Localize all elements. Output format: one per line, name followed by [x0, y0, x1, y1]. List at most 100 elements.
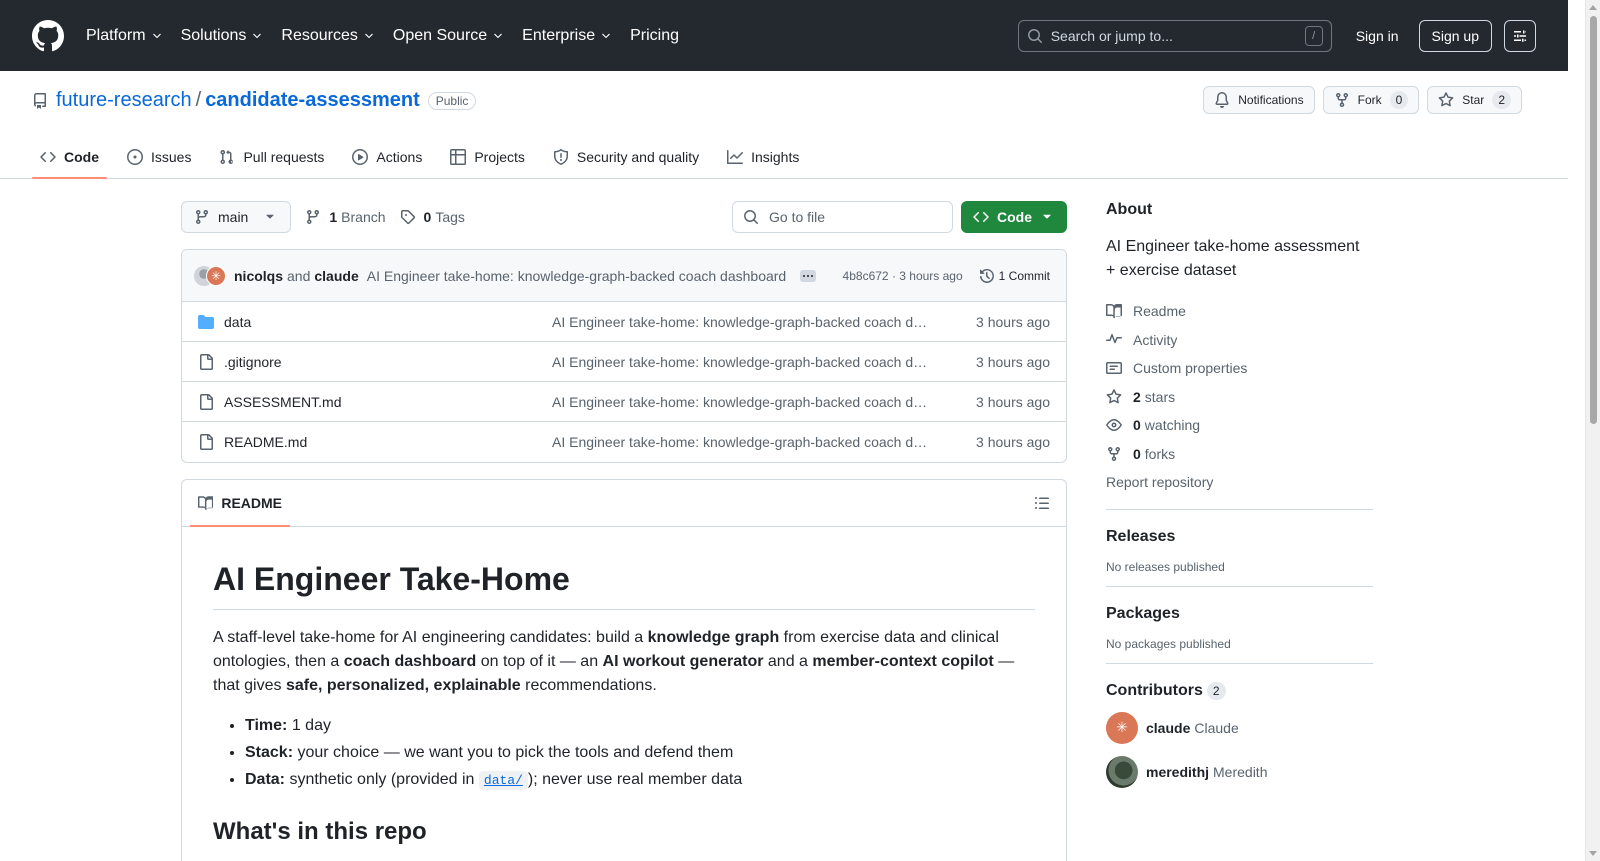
scrollbar-thumb[interactable]: [1590, 16, 1597, 424]
tab-security-and-quality[interactable]: Security and quality: [545, 134, 707, 179]
commit-sha: 4b8c672: [842, 268, 889, 283]
go-to-file-input[interactable]: Go to file: [732, 201, 953, 233]
commit-message-link[interactable]: AI Engineer take-home: knowledge-graph-b…: [367, 268, 787, 284]
search-placeholder: Search or jump to...: [1050, 27, 1173, 44]
readme-text: recommendations.: [520, 677, 657, 694]
star-label: Star: [1462, 93, 1485, 107]
file-commit-message-link[interactable]: AI Engineer take-home: knowledge-graph-b…: [552, 394, 932, 410]
commits-history-link[interactable]: 1 Commit: [979, 268, 1050, 284]
repo-separator: /: [195, 89, 202, 111]
star-button[interactable]: Star 2: [1427, 86, 1522, 114]
code-dropdown-button[interactable]: Code: [961, 201, 1067, 233]
book-icon: [1106, 304, 1122, 319]
about-link-stars[interactable]: 2 stars: [1106, 383, 1373, 412]
contributor-item[interactable]: meredithj Meredith: [1106, 755, 1373, 788]
fork-button[interactable]: Fork 0: [1322, 86, 1420, 114]
repo-owner-link[interactable]: future-research: [56, 89, 192, 112]
outline-button[interactable]: [1034, 480, 1058, 526]
commit-sha-link[interactable]: 4b8c672 · 3 hours ago: [843, 269, 963, 283]
about-link-readme[interactable]: Readme: [1106, 297, 1373, 326]
repo-sidebar: About AI Engineer take-home assessment +…: [1106, 201, 1373, 788]
bullet-label: Time:: [245, 717, 288, 734]
file-name-link[interactable]: data: [224, 314, 552, 330]
table-row[interactable]: data AI Engineer take-home: knowledge-gra…: [182, 302, 1066, 342]
table-row[interactable]: ASSESSMENT.md AI Engineer take-home: know…: [182, 382, 1066, 422]
readme-tab[interactable]: README: [190, 480, 290, 527]
contributor-item[interactable]: ✳ claude Claude: [1106, 711, 1373, 744]
tags-link[interactable]: 0 Tags: [400, 209, 465, 225]
nav-item-open-source[interactable]: Open Source: [393, 27, 504, 45]
data-folder-link[interactable]: data/: [478, 771, 528, 790]
commit-coauthor-link[interactable]: claude: [314, 268, 358, 284]
file-name-link[interactable]: README.md: [224, 434, 552, 450]
about-link-activity[interactable]: Activity: [1106, 326, 1373, 355]
report-repository-link[interactable]: Report repository: [1106, 468, 1373, 497]
contributor-name: Meredith: [1213, 763, 1268, 780]
star-icon: [1106, 389, 1122, 404]
commit-time: · 3 hours ago: [891, 268, 963, 283]
packages-heading[interactable]: Packages: [1106, 605, 1373, 623]
tab-label: Pull requests: [243, 148, 325, 165]
scroll-down-arrow[interactable]: [1589, 851, 1597, 856]
tab-label: Security and quality: [576, 148, 700, 165]
scroll-up-arrow[interactable]: [1589, 5, 1597, 10]
file-name-link[interactable]: ASSESSMENT.md: [224, 394, 552, 410]
commit-avatars: ✳: [194, 265, 226, 286]
branches-link[interactable]: 1 Branch: [305, 209, 386, 225]
table-row[interactable]: .gitignore AI Engineer take-home: knowled…: [182, 342, 1066, 382]
menu-button[interactable]: [1504, 19, 1536, 52]
readme-header: README: [182, 480, 1066, 527]
about-link-count: 0: [1133, 417, 1141, 434]
sign-in-link[interactable]: Sign in: [1348, 28, 1407, 44]
tab-insights[interactable]: Insights: [719, 134, 807, 179]
file-commit-message-link[interactable]: AI Engineer take-home: knowledge-graph-b…: [552, 314, 932, 330]
file-name-link[interactable]: .gitignore: [224, 354, 552, 370]
about-link-watching[interactable]: 0 watching: [1106, 411, 1373, 440]
book-icon: [198, 496, 214, 510]
global-nav: Platform Solutions Resources Open Source Ent…: [86, 27, 697, 45]
tab-issues[interactable]: Issues: [119, 134, 199, 179]
branch-select-button[interactable]: main: [181, 201, 292, 233]
tab-pull-requests[interactable]: Pull requests: [211, 134, 332, 179]
nav-item-resources[interactable]: Resources: [281, 27, 374, 45]
contributor-login[interactable]: claude: [1146, 720, 1190, 736]
github-logo-icon[interactable]: [32, 19, 64, 52]
file-commit-message-link[interactable]: AI Engineer take-home: knowledge-graph-b…: [552, 354, 932, 370]
bullet-text: synthetic only (provided in: [285, 771, 479, 788]
global-search-input[interactable]: Search or jump to... /: [1017, 19, 1332, 52]
notifications-button[interactable]: Notifications: [1203, 86, 1315, 114]
table-icon: [450, 148, 467, 165]
readme-text: and a: [763, 653, 813, 670]
file-commit-message-link[interactable]: AI Engineer take-home: knowledge-graph-b…: [552, 434, 932, 450]
contributors-heading[interactable]: Contributors 2: [1106, 681, 1373, 700]
readme-text: A staff-level take-home for AI engineeri…: [213, 629, 648, 646]
nav-item-solutions[interactable]: Solutions: [181, 27, 264, 45]
releases-heading[interactable]: Releases: [1106, 528, 1373, 546]
sign-up-button[interactable]: Sign up: [1418, 19, 1492, 52]
about-link-forks[interactable]: 0 forks: [1106, 440, 1373, 469]
readme-section-heading: What's in this repo: [213, 818, 427, 845]
commit-author-link[interactable]: nicolqs: [234, 268, 283, 284]
avatar[interactable]: ✳: [1106, 711, 1138, 744]
avatar[interactable]: ✳: [206, 265, 226, 286]
contributor-login[interactable]: meredithj: [1146, 764, 1209, 780]
branch-icon: [307, 209, 320, 225]
releases-empty-text: No releases published: [1106, 559, 1225, 574]
nav-item-enterprise[interactable]: Enterprise: [522, 27, 612, 45]
code-button-label: Code: [997, 209, 1032, 225]
expand-commit-button[interactable]: [800, 269, 817, 282]
tab-actions[interactable]: Actions: [344, 134, 430, 179]
tab-code[interactable]: Code: [32, 134, 107, 179]
tab-projects[interactable]: Projects: [442, 134, 533, 179]
file-icon: [200, 353, 213, 370]
table-row[interactable]: README.md AI Engineer take-home: knowledg…: [182, 422, 1066, 462]
page-scrollbar[interactable]: [1585, 0, 1600, 861]
about-links: Readme Activity Custom properties 2 stars 0 wa…: [1106, 297, 1373, 468]
nav-item-platform[interactable]: Platform: [86, 27, 163, 45]
about-link-label: forks: [1144, 445, 1176, 462]
repo-name-link[interactable]: candidate-assessment: [205, 89, 420, 112]
about-link-custom-properties[interactable]: Custom properties: [1106, 354, 1373, 383]
tab-label: Issues: [151, 148, 192, 165]
nav-item-pricing[interactable]: Pricing: [630, 27, 679, 45]
avatar[interactable]: [1106, 755, 1138, 788]
